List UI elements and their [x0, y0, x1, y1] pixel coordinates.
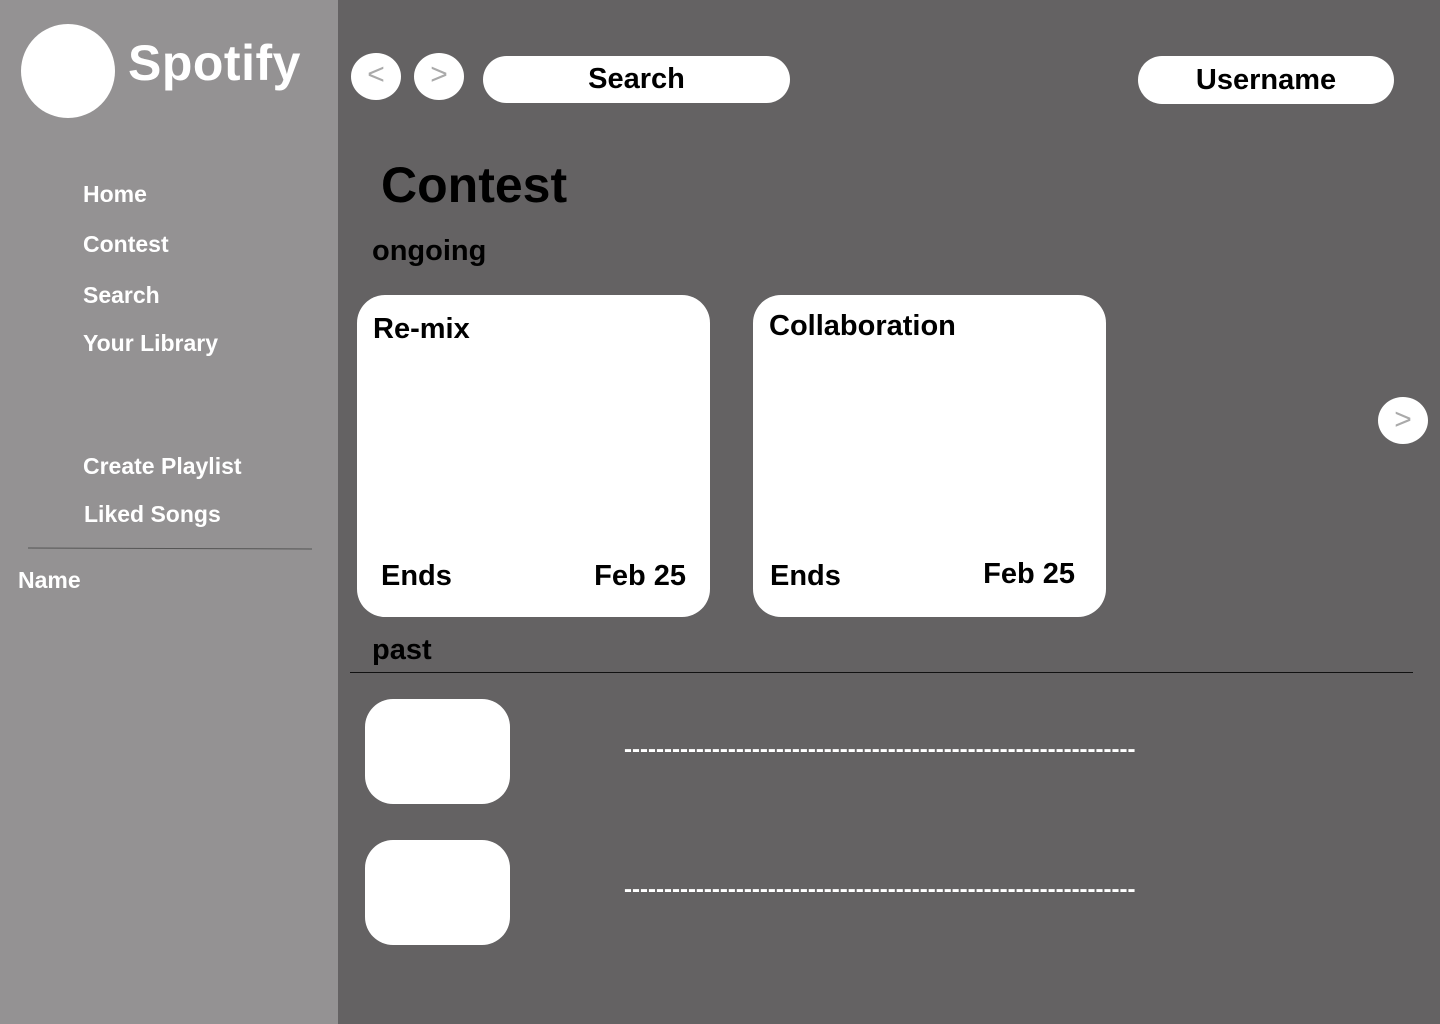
- contest-card-ends-label: Ends: [770, 560, 841, 592]
- page-title: Contest: [381, 157, 568, 213]
- back-button[interactable]: <: [351, 53, 401, 100]
- sidebar-divider: [27, 547, 313, 550]
- sidebar-item-your-library[interactable]: Your Library: [83, 330, 218, 357]
- past-contest-placeholder-text: ----------------------------------------…: [624, 736, 1136, 763]
- app-window: Spotify Home Contest Search Your Library…: [0, 0, 1440, 1024]
- past-section-label: past: [372, 634, 432, 666]
- forward-button[interactable]: >: [414, 53, 464, 100]
- contest-card-collaboration[interactable]: Collaboration Ends Feb 25: [753, 295, 1106, 617]
- contest-card-title: Re-mix: [373, 313, 470, 345]
- past-contest-placeholder-text: ----------------------------------------…: [624, 876, 1136, 903]
- past-divider: [350, 672, 1413, 673]
- contest-card-ends-label: Ends: [381, 560, 452, 592]
- brand-name: Spotify: [128, 35, 301, 91]
- sidebar-item-home[interactable]: Home: [83, 181, 147, 208]
- past-contest-thumbnail[interactable]: [365, 840, 510, 945]
- sidebar-playlist-name[interactable]: Name: [18, 567, 81, 594]
- logo-icon[interactable]: [21, 24, 115, 118]
- username-button[interactable]: Username: [1138, 56, 1394, 104]
- past-contest-thumbnail[interactable]: [365, 699, 510, 804]
- create-playlist-button[interactable]: Create Playlist: [83, 453, 242, 480]
- contest-card-date: Feb 25: [594, 560, 686, 592]
- sidebar: Spotify Home Contest Search Your Library…: [0, 0, 338, 1024]
- contest-card-remix[interactable]: Re-mix Ends Feb 25: [357, 295, 710, 617]
- liked-songs-button[interactable]: Liked Songs: [84, 501, 221, 528]
- search-input[interactable]: Search: [483, 56, 790, 103]
- contest-card-title: Collaboration: [769, 310, 956, 342]
- carousel-next-button[interactable]: >: [1378, 397, 1428, 444]
- ongoing-section-label: ongoing: [372, 235, 487, 267]
- sidebar-item-search[interactable]: Search: [83, 282, 160, 309]
- sidebar-item-contest[interactable]: Contest: [83, 231, 169, 258]
- contest-card-date: Feb 25: [983, 558, 1075, 590]
